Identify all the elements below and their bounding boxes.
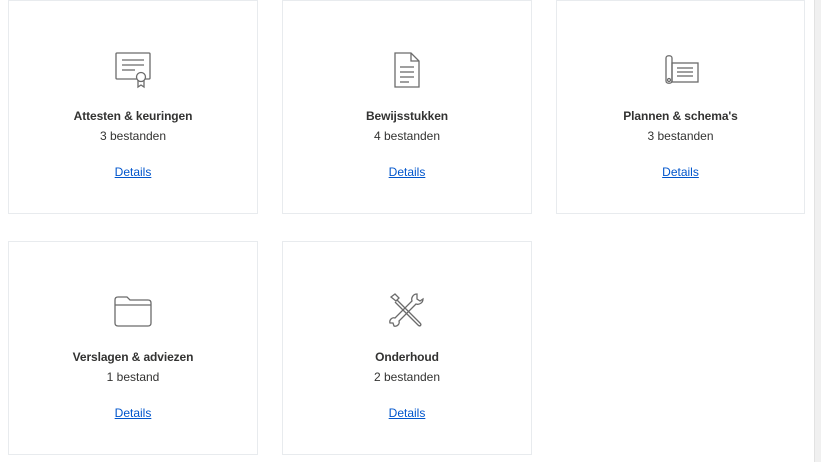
details-link[interactable]: Details: [662, 165, 699, 179]
card-bewijsstukken: Bewijsstukken 4 bestanden Details: [282, 0, 532, 214]
card-title: Plannen & schema's: [623, 109, 738, 123]
file-count: 4 bestanden: [373, 129, 441, 143]
file-count: 2 bestanden: [373, 370, 441, 384]
details-link[interactable]: Details: [115, 406, 152, 420]
file-count: 3 bestanden: [99, 129, 167, 143]
document-categories-grid: Attesten & keuringen 3 bestanden Details…: [0, 0, 821, 462]
card-title: Bewijsstukken: [365, 109, 449, 123]
document-icon: [383, 46, 431, 94]
details-link[interactable]: Details: [115, 165, 152, 179]
tools-icon: [383, 287, 431, 335]
vertical-scrollbar[interactable]: [814, 0, 821, 462]
card-attesten-keuringen: Attesten & keuringen 3 bestanden Details: [8, 0, 258, 214]
card-title: Attesten & keuringen: [73, 109, 193, 123]
card-title: Verslagen & adviezen: [72, 350, 194, 364]
card-plannen-schemas: Plannen & schema's 3 bestanden Details: [556, 0, 805, 214]
blueprint-scroll-icon: [657, 46, 705, 94]
card-title: Onderhoud: [375, 350, 439, 364]
card-onderhoud: Onderhoud 2 bestanden Details: [282, 241, 532, 455]
folder-icon: [109, 287, 157, 335]
details-link[interactable]: Details: [389, 406, 426, 420]
certificate-icon: [109, 46, 157, 94]
file-count: 3 bestanden: [647, 129, 714, 143]
card-verslagen-adviezen: Verslagen & adviezen 1 bestand Details: [8, 241, 258, 455]
file-count: 1 bestand: [106, 370, 160, 384]
details-link[interactable]: Details: [389, 165, 426, 179]
